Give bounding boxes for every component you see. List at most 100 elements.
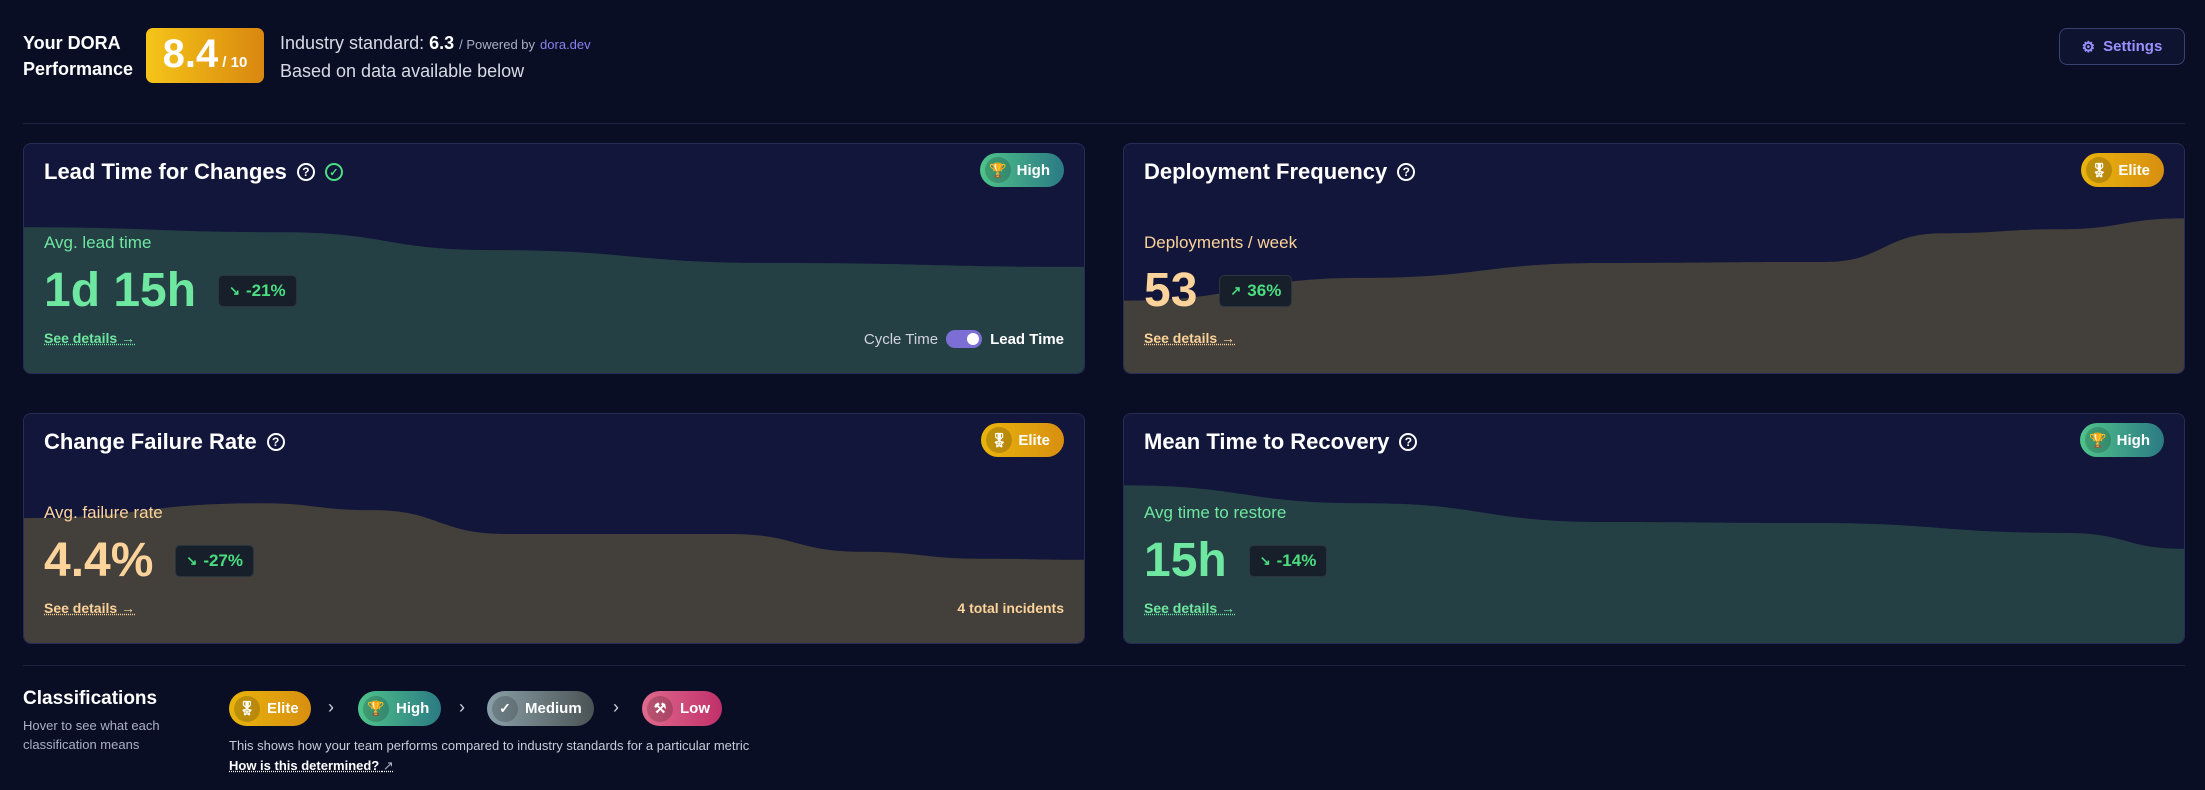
trophy-icon: 🏆 <box>984 157 1011 183</box>
title-text: Lead Time for Changes <box>44 159 287 184</box>
delta-badge: ↘ -14% <box>1248 544 1328 577</box>
pill-label: Elite <box>267 700 299 717</box>
settings-button[interactable]: ⚙ Settings <box>2059 28 2185 65</box>
gear-icon: ⚙ <box>2081 38 2096 56</box>
metric-value: 4.4% <box>44 534 154 587</box>
trend-down-icon: ↘ <box>1259 552 1271 568</box>
metric-card: Mean Time to Recovery? 🏆 High Avg time to… <box>1123 413 2185 644</box>
see-details-link[interactable]: See details → <box>44 600 135 616</box>
card-title: Lead Time for Changes? ✓ <box>44 159 343 185</box>
delta-value: 36% <box>1247 280 1282 300</box>
medal-icon: 🎖 <box>986 427 1013 453</box>
check-circle-icon: ✓ <box>324 163 343 181</box>
score-value: 8.4 <box>162 32 219 76</box>
metric-card: Lead Time for Changes? ✓ 🏆 High Avg. lead … <box>23 143 1085 374</box>
help-icon[interactable]: ? <box>1397 163 1416 181</box>
see-details-link[interactable]: See details → <box>44 330 135 346</box>
metric-value: 53 <box>1144 264 1198 317</box>
trophy-icon: 🏆 <box>2084 427 2111 453</box>
delta-badge: ↘ -21% <box>218 274 297 307</box>
chevron-right-icon: › <box>613 697 619 717</box>
medal-icon: 🎖 <box>234 695 260 722</box>
chevron-right-icon: › <box>328 697 334 717</box>
hammer-icon: ⚒ <box>647 695 673 722</box>
divider <box>23 123 2185 124</box>
classification-elite[interactable]: 🎖 Elite <box>229 691 311 726</box>
dora-score-badge: 8.4/ 10 <box>146 28 264 83</box>
score-denominator: / 10 <box>222 54 248 71</box>
delta-value: -21% <box>245 280 286 300</box>
check-circle-icon: ✓ <box>492 695 518 722</box>
trophy-icon: 🏆 <box>363 695 389 722</box>
pill-label: Low <box>680 700 710 717</box>
metric-card: Deployment Frequency? 🎖 Elite Deployments… <box>1123 143 2185 374</box>
metric-subtitle: Avg. lead time <box>44 233 152 252</box>
classification-badge[interactable]: 🎖 Elite <box>2081 153 2164 187</box>
see-details-link[interactable]: See details → <box>1144 330 1235 346</box>
metric-subtitle: Deployments / week <box>1144 233 1298 252</box>
chevron-right-icon: › <box>459 697 465 717</box>
trend-up-icon: ↗ <box>1230 282 1242 298</box>
metric-value-row: 4.4% ↘ -27% <box>44 533 254 588</box>
dora-performance-label: Your DORA Performance <box>23 30 133 82</box>
trend-down-icon: ↘ <box>229 282 240 298</box>
help-icon[interactable]: ? <box>296 163 315 181</box>
help-icon[interactable]: ? <box>1399 433 1418 451</box>
classification-high[interactable]: 🏆 High <box>358 691 442 726</box>
metric-value-row: 15h ↘ -14% <box>1144 533 1328 588</box>
external-link-icon: ↗ <box>382 758 394 773</box>
title-text: Change Failure Rate <box>44 429 257 454</box>
industry-standard: Industry standard: 6.3 / Powered by dora… <box>280 30 591 84</box>
industry-value: 6.3 <box>429 33 455 53</box>
metric-subtitle: Avg time to restore <box>1144 503 1287 522</box>
metric-value-row: 53 ↗ 36% <box>1144 263 1293 318</box>
toggle-left-label: Cycle Time <box>863 330 939 348</box>
metric-subtitle: Avg. failure rate <box>44 503 163 522</box>
metric-value-row: 1d 15h ↘ -21% <box>44 263 297 318</box>
delta-badge: ↘ -27% <box>175 544 254 577</box>
dora-dev-link[interactable]: dora.dev <box>540 37 591 52</box>
trend-down-icon: ↘ <box>186 552 198 568</box>
metric-value: 15h <box>1144 534 1227 587</box>
badge-label: Elite <box>2118 161 2150 179</box>
industry-label: Industry standard: <box>280 33 425 53</box>
delta-value: -14% <box>1276 550 1317 570</box>
classification-medium[interactable]: ✓ Medium <box>487 691 594 726</box>
pill-label: High <box>396 700 430 717</box>
total-incidents: 4 total incidents <box>957 600 1064 616</box>
metric-card: Change Failure Rate? 🎖 Elite Avg. failure… <box>23 413 1085 644</box>
help-icon[interactable]: ? <box>266 433 285 451</box>
cycle-lead-toggle-group: Cycle Time Lead Time <box>864 330 1064 348</box>
classifications-title: Classifications <box>23 688 158 709</box>
title-text: Deployment Frequency <box>1144 159 1388 184</box>
cycle-lead-toggle[interactable] <box>946 330 983 348</box>
based-on-text: Based on data available below <box>280 61 525 81</box>
medal-icon: 🎖 <box>2086 157 2113 183</box>
label-line: Your DORA <box>23 33 121 53</box>
classification-badge[interactable]: 🏆 High <box>2079 423 2164 457</box>
divider <box>23 665 2185 666</box>
title-text: Mean Time to Recovery <box>1144 429 1390 454</box>
label-line: Performance <box>23 59 134 79</box>
link-label: How is this determined? <box>229 758 380 773</box>
classifications-description: This shows how your team performs compar… <box>229 738 750 753</box>
badge-label: High <box>2116 431 2150 449</box>
delta-value: -27% <box>203 550 243 570</box>
badge-label: High <box>1016 161 1050 179</box>
classification-badge[interactable]: 🎖 Elite <box>981 423 1064 457</box>
settings-label: Settings <box>2103 38 2163 55</box>
how-determined-link[interactable]: How is this determined? ↗ <box>229 758 394 774</box>
pill-label: Medium <box>525 700 582 717</box>
badge-label: Elite <box>1018 431 1050 449</box>
classifications-subtitle: Hover to see what each classification me… <box>23 718 160 752</box>
card-title: Deployment Frequency? <box>1144 159 1416 185</box>
classification-badge[interactable]: 🏆 High <box>979 153 1064 187</box>
powered-by: / Powered by <box>459 37 536 52</box>
toggle-right-label: Lead Time <box>990 330 1064 348</box>
card-title: Change Failure Rate? <box>44 429 285 455</box>
see-details-link[interactable]: See details → <box>1144 600 1235 616</box>
card-title: Mean Time to Recovery? <box>1144 429 1418 455</box>
delta-badge: ↗ 36% <box>1219 274 1293 307</box>
metric-value: 1d 15h <box>44 264 197 317</box>
classification-low[interactable]: ⚒ Low <box>642 691 722 726</box>
